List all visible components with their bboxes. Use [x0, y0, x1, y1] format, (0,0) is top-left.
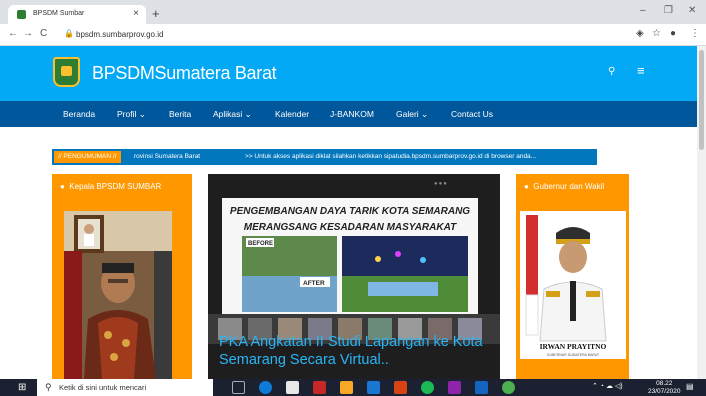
office-icon[interactable]	[313, 381, 326, 394]
gubernur-panel: ● Gubernur dan Wakil IRWAN PRAYITNO GUBE…	[516, 174, 629, 379]
powerpoint-icon[interactable]	[394, 381, 407, 394]
slider-dots[interactable]: ●●●	[434, 181, 448, 187]
lock-icon: 🔒	[64, 29, 74, 38]
announcement-label: // PENGUMUMAN //	[54, 151, 121, 163]
profile-icon[interactable]: ●	[670, 28, 676, 39]
site-title-rest: Sumatera Barat	[154, 63, 277, 83]
gubernur-panel-title: ● Gubernur dan Wakil	[524, 182, 604, 191]
taskbar-search-icon: ⚲	[45, 382, 52, 392]
gubernur-name: IRWAN PRAYITNO	[540, 342, 607, 351]
nav-item-kalender[interactable]: Kalender	[275, 109, 309, 119]
bookmark-star-icon[interactable]: ☆	[652, 28, 661, 39]
kebab-menu-icon[interactable]: ⋮	[690, 28, 700, 39]
gubernur-photo: IRWAN PRAYITNO GUBERNUR SUMATERA BARAT	[520, 211, 626, 359]
clock-date: 23/07/2020	[648, 387, 681, 395]
site-title[interactable]: BPSDMSumatera Barat	[92, 63, 277, 84]
nav-item-galeri[interactable]: Galeri ⌄	[396, 109, 428, 120]
tab-close-icon[interactable]: ×	[133, 8, 139, 19]
app-icon[interactable]	[448, 381, 461, 394]
before-label: BEFORE	[248, 241, 273, 247]
gubernur-photo-image: IRWAN PRAYITNO GUBERNUR SUMATERA BARAT	[520, 211, 626, 359]
hamburger-menu-icon[interactable]: ≡	[637, 63, 645, 78]
close-window-button[interactable]: ✕	[688, 5, 696, 16]
taskbar-search-placeholder: Ketik di sini untuk mencari	[59, 383, 147, 392]
slide-caption[interactable]: PKA Angkatan II Studi Lapangan ke Kota S…	[219, 333, 495, 369]
taskbar-search[interactable]: ⚲ Ketik di sini untuk mencari	[37, 379, 213, 396]
site-logo[interactable]	[53, 57, 80, 87]
new-tab-button[interactable]: +	[152, 6, 160, 21]
nav-item-contact[interactable]: Contact Us	[451, 109, 493, 119]
info-icon: ●	[60, 182, 65, 191]
nav-item-jbankom[interactable]: J-BANKOM	[330, 109, 374, 119]
address-bar: ← → C 🔒 bpsdm.sumbarprov.go.id ◈ ☆ ● ⋮	[0, 24, 706, 46]
mail-icon[interactable]	[367, 381, 380, 394]
minimize-button[interactable]: –	[640, 5, 646, 16]
browser-tab-strip: BPSDM Sumbar × + – ❐ ✕	[0, 0, 706, 24]
location-icon[interactable]: ◈	[636, 28, 644, 39]
browser-tab[interactable]: BPSDM Sumbar ×	[8, 5, 146, 24]
windows-start-icon[interactable]: ⊞	[18, 382, 26, 393]
word-icon[interactable]	[475, 381, 488, 394]
taskbar-clock[interactable]: 08.22 23/07/2020	[648, 380, 681, 395]
chrome-icon[interactable]	[502, 381, 515, 394]
task-view-icon[interactable]	[232, 381, 245, 394]
url-field[interactable]: bpsdm.sumbarprov.go.id	[76, 30, 163, 39]
kepala-panel: ● Kepala BPSDM SUMBAR	[52, 174, 192, 379]
system-tray-icons[interactable]: ⌃ ◔ ☁ ◁)	[592, 382, 623, 390]
slide-headline-2: MERANGSANG KESADARAN MASYARAKAT	[244, 222, 457, 233]
announcement-bar: // PENGUMUMAN // rovinsi Sumatera Barat …	[52, 149, 597, 165]
announcement-text-2[interactable]: >> Untuk akses aplikasi diklat silahkan …	[245, 153, 536, 160]
kepala-photo	[64, 211, 172, 379]
clock-time: 08.22	[656, 380, 673, 387]
nav-item-profil[interactable]: Profil ⌄	[117, 109, 146, 120]
tab-title: BPSDM Sumbar	[33, 10, 85, 17]
kepala-photo-image	[64, 211, 172, 379]
kepala-panel-title: ● Kepala BPSDM SUMBAR	[60, 182, 161, 191]
forward-button[interactable]: →	[23, 28, 33, 39]
site-header: BPSDMSumatera Barat ⚲ ≡	[0, 46, 697, 101]
nav-item-beranda[interactable]: Beranda	[63, 109, 95, 119]
edge-icon[interactable]	[259, 381, 272, 394]
info-icon: ●	[524, 182, 529, 191]
spotify-icon[interactable]	[421, 381, 434, 394]
windows-taskbar: ⊞ ⚲ Ketik di sini untuk mencari ⌃ ◔ ☁ ◁)…	[0, 379, 706, 396]
main-navigation: Beranda Profil ⌄ Berita Aplikasi ⌄ Kalen…	[0, 101, 697, 127]
slide-headline-1: PENGEMBANGAN DAYA TARIK KOTA SEMARANG	[230, 206, 470, 217]
restore-button[interactable]: ❐	[664, 5, 673, 16]
file-explorer-icon[interactable]	[340, 381, 353, 394]
notification-icon[interactable]: ▤	[686, 382, 694, 391]
back-button[interactable]: ←	[8, 28, 18, 39]
search-icon[interactable]: ⚲	[608, 66, 615, 77]
store-icon[interactable]	[286, 381, 299, 394]
site-title-bold: BPSDM	[92, 63, 155, 83]
site-favicon-icon	[17, 10, 26, 19]
after-label: AFTER	[303, 280, 325, 287]
kepala-panel-title-text: Kepala BPSDM SUMBAR	[69, 182, 162, 191]
announcement-text-1[interactable]: rovinsi Sumatera Barat	[134, 153, 200, 160]
reload-button[interactable]: C	[40, 28, 47, 39]
page-scroll-thumb[interactable]	[699, 50, 704, 150]
gubernur-title: GUBERNUR SUMATERA BARAT	[547, 353, 600, 357]
nav-item-berita[interactable]: Berita	[169, 109, 191, 119]
nav-item-aplikasi[interactable]: Aplikasi ⌄	[213, 109, 252, 120]
gubernur-panel-title-text: Gubernur dan Wakil	[533, 182, 605, 191]
